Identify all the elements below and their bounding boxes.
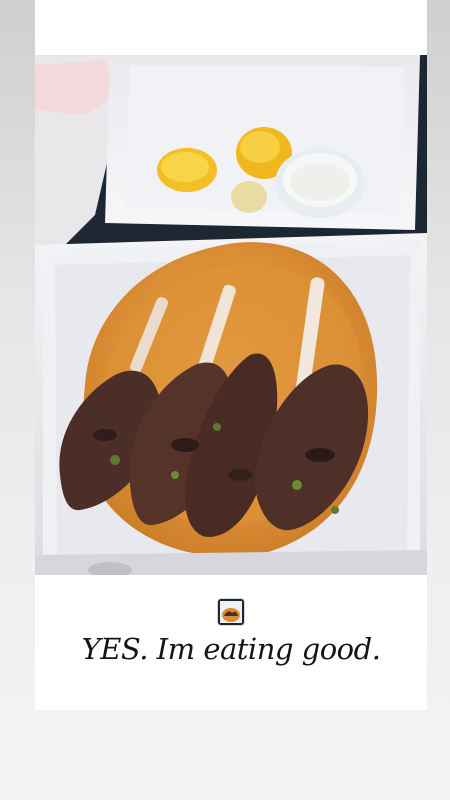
story-caption: YES. Im eating good. [81, 632, 381, 666]
meal-thumbnail[interactable] [218, 599, 244, 625]
meal-photo [35, 55, 427, 575]
